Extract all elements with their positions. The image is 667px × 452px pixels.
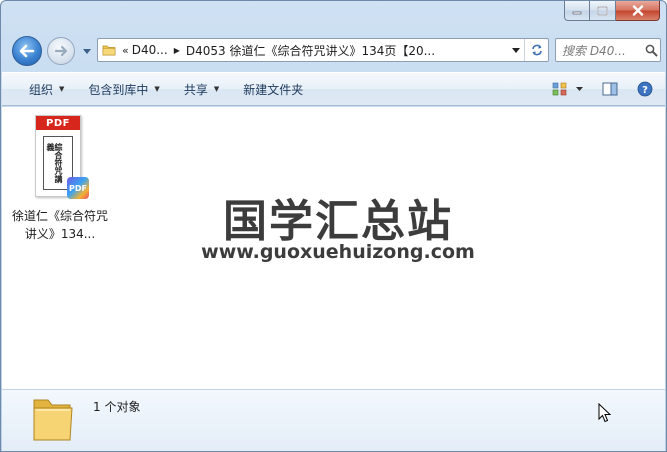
breadcrumb-separator-icon[interactable]: ▶: [174, 46, 180, 55]
file-item[interactable]: PDF 綜合符咒講義 PDF 徐道仁《综合符咒讲义》134...: [12, 113, 108, 243]
search-icon[interactable]: [642, 41, 660, 59]
breadcrumb-item-parent[interactable]: D40...: [132, 43, 168, 57]
command-bar: 组织 ▼ 包含到库中 ▼ 共享 ▼ 新建文件夹 ?: [2, 72, 665, 106]
maximize-button[interactable]: [590, 1, 616, 21]
new-folder-button[interactable]: 新建文件夹: [234, 77, 312, 101]
back-button[interactable]: [12, 36, 42, 66]
cover-title: 綜合符咒講義: [46, 143, 64, 183]
watermark-title: 国学汇总站: [223, 196, 453, 247]
pdf-badge-label: PDF: [69, 183, 87, 193]
include-in-library-menu[interactable]: 包含到库中 ▼: [79, 77, 168, 101]
chevron-down-icon: ▼: [154, 85, 160, 93]
pdf-type-label: PDF: [36, 116, 80, 130]
help-icon: ?: [637, 81, 653, 97]
address-bar[interactable]: « D40... ▶ D4053 徐道仁《综合符咒讲义》134页【20...: [97, 38, 549, 62]
forward-button[interactable]: [47, 37, 75, 65]
view-controls: ?: [549, 77, 665, 101]
chevron-down-icon: [83, 48, 91, 54]
watermark-url: www.guoxuehuizong.com: [201, 241, 475, 263]
maximize-icon: [597, 5, 608, 16]
file-name: 徐道仁《综合符咒讲义》134...: [12, 209, 109, 241]
folder-icon: [30, 392, 76, 444]
breadcrumb: « D40... ▶ D4053 徐道仁《综合符咒讲义》134页【20...: [120, 42, 508, 59]
svg-text:?: ?: [642, 85, 648, 96]
help-button[interactable]: ?: [635, 77, 655, 101]
navigation-bar: « D40... ▶ D4053 徐道仁《综合符咒讲义》134页【20... 搜…: [1, 31, 666, 69]
chevron-down-icon: ▼: [213, 85, 220, 93]
share-menu[interactable]: 共享 ▼: [175, 77, 228, 101]
search-box[interactable]: 搜索 D40...: [555, 38, 661, 62]
refresh-button[interactable]: [524, 39, 548, 61]
chevron-down-icon: ▼: [59, 85, 65, 93]
change-view-button[interactable]: [549, 77, 571, 101]
item-count: 1 个对象: [93, 400, 141, 414]
close-button[interactable]: [616, 1, 660, 21]
explorer-window: « D40... ▶ D4053 徐道仁《综合符咒讲义》134页【20... 搜…: [0, 0, 667, 452]
forward-arrow-icon: [54, 45, 68, 57]
address-dropdown-button[interactable]: [508, 39, 524, 61]
breadcrumb-item-current[interactable]: D4053 徐道仁《综合符咒讲义》134页【20...: [186, 42, 435, 59]
pdf-app-icon: PDF: [67, 177, 89, 199]
new-folder-label: 新建文件夹: [243, 82, 304, 97]
file-list-view[interactable]: PDF 綜合符咒講義 PDF 徐道仁《综合符咒讲义》134... 国学汇总站 w…: [2, 107, 665, 389]
preview-pane-icon: [602, 82, 618, 96]
chevron-down-icon: [512, 47, 520, 53]
pdf-thumbnail: PDF 綜合符咒講義 PDF: [33, 113, 91, 203]
view-tiles-icon: [552, 82, 567, 96]
refresh-icon: [531, 44, 542, 56]
mouse-pointer-icon: [598, 403, 612, 423]
minimize-icon: [572, 11, 582, 14]
search-input[interactable]: 搜索 D40...: [562, 42, 642, 59]
chevron-down-icon: [575, 87, 583, 91]
breadcrumb-overflow-button[interactable]: «: [122, 44, 129, 57]
organize-label: 组织: [29, 82, 54, 97]
preview-pane-button[interactable]: [599, 77, 621, 101]
details-pane: 1 个对象: [2, 389, 665, 451]
organize-menu[interactable]: 组织 ▼: [20, 77, 73, 101]
close-icon: [632, 5, 643, 16]
share-label: 共享: [183, 82, 208, 97]
minimize-button[interactable]: [564, 1, 590, 21]
recent-pages-button[interactable]: [81, 45, 93, 57]
include-in-library-label: 包含到库中: [88, 82, 149, 97]
view-options-dropdown[interactable]: [571, 77, 587, 101]
back-arrow-icon: [19, 44, 35, 58]
folder-icon: [98, 39, 120, 61]
caption-buttons: [564, 1, 660, 21]
